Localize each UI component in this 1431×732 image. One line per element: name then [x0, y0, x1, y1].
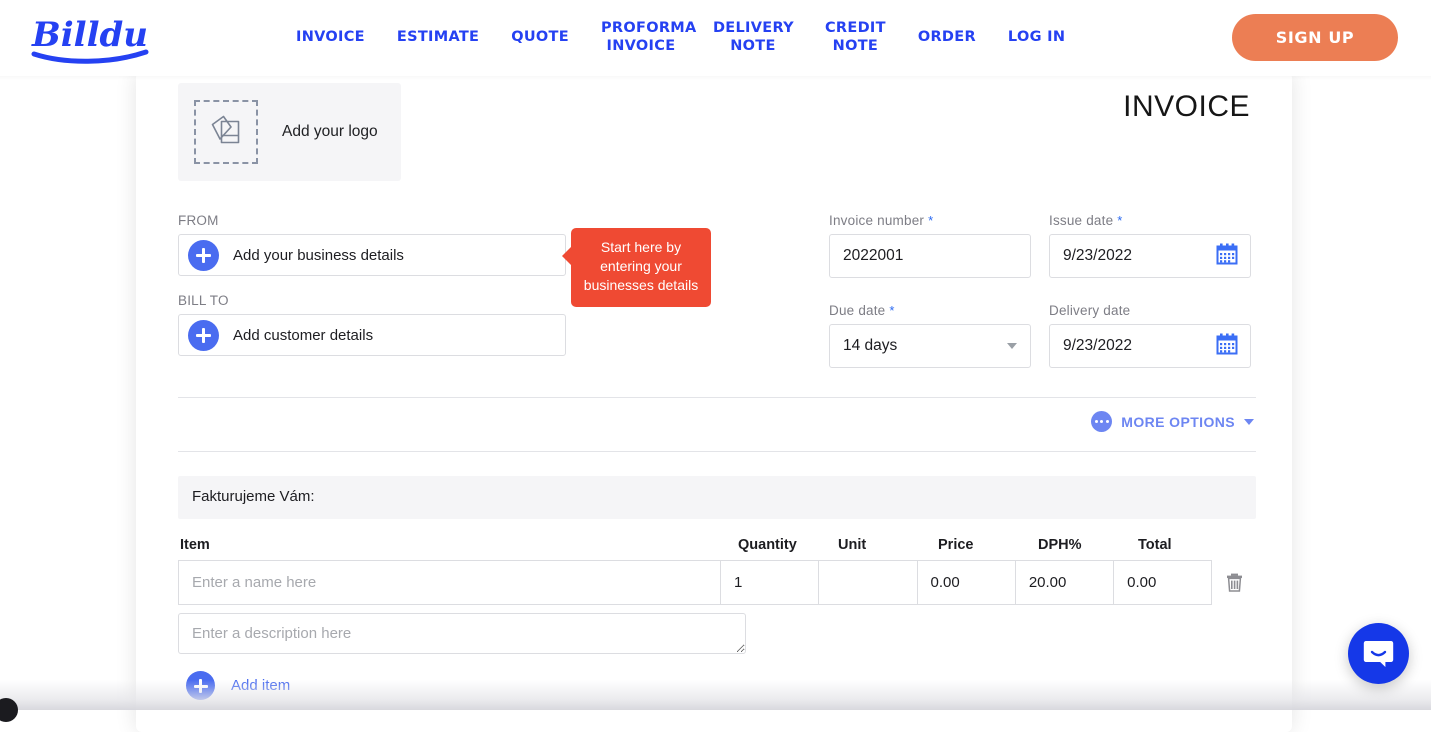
chevron-down-icon	[1244, 419, 1254, 425]
invoice-editor-card: Add your logo INVOICE FROM Add your busi…	[136, 72, 1292, 732]
column-header-quantity: Quantity	[726, 537, 826, 553]
due-date-field-group: Due date * 14 days	[829, 303, 1031, 368]
from-label: FROM	[178, 213, 568, 228]
billdu-logo-icon: Billdu	[30, 10, 155, 66]
onboarding-tooltip: Start here by entering your businesses d…	[571, 228, 711, 307]
trash-icon	[1226, 573, 1243, 592]
required-asterisk: *	[928, 213, 933, 228]
item-name-input[interactable]	[192, 574, 707, 591]
billdu-logo[interactable]: Billdu	[30, 10, 155, 66]
required-asterisk: *	[1117, 213, 1122, 228]
column-header-item: Item	[178, 537, 726, 553]
due-date-value: 14 days	[843, 337, 897, 355]
item-total-cell[interactable]: 0.00	[1113, 560, 1212, 605]
add-business-details-button[interactable]: Add your business details	[178, 234, 566, 276]
invoice-number-label-text: Invoice number	[829, 213, 924, 228]
primary-nav-links: INVOICE ESTIMATE QUOTE PROFORMA INVOICE …	[280, 0, 1081, 76]
logo-dashed-border	[194, 100, 258, 164]
from-section: FROM Add your business details	[178, 213, 568, 276]
photos-icon	[206, 112, 246, 152]
invoice-number-input[interactable]: 2022001	[829, 234, 1031, 278]
add-business-details-label: Add your business details	[233, 247, 404, 264]
intercom-chat-launcher[interactable]	[1348, 623, 1409, 684]
nav-link-quote[interactable]: QUOTE	[495, 29, 585, 47]
document-type-title: INVOICE	[1123, 90, 1250, 124]
due-date-label-text: Due date	[829, 303, 885, 318]
required-asterisk: *	[889, 303, 894, 318]
nav-link-credit-note[interactable]: CREDIT NOTE	[809, 20, 902, 55]
logo-upload-label: Add your logo	[282, 123, 378, 141]
nav-link-order[interactable]: ORDER	[902, 29, 992, 47]
column-header-total: Total	[1126, 537, 1226, 553]
bill-to-section: BILL TO Add customer details	[178, 293, 568, 356]
logo-upload-dropzone[interactable]: Add your logo	[178, 83, 401, 181]
table-row: 1 0.00 20.00 0.00	[178, 560, 1256, 605]
delivery-date-input[interactable]: 9/23/2022	[1049, 324, 1251, 368]
due-date-label: Due date *	[829, 303, 1031, 318]
item-price-cell[interactable]: 0.00	[917, 560, 1016, 605]
due-date-select[interactable]: 14 days	[829, 324, 1031, 368]
plus-icon	[186, 671, 215, 700]
issue-date-field-group: Issue date * 9/23/2022	[1049, 213, 1251, 278]
column-header-price: Price	[926, 537, 1026, 553]
invoice-note-textarea[interactable]	[178, 476, 1256, 519]
nav-link-invoice[interactable]: INVOICE	[280, 29, 381, 47]
issue-date-input[interactable]: 9/23/2022	[1049, 234, 1251, 278]
plus-icon	[188, 320, 219, 351]
column-header-unit: Unit	[826, 537, 926, 553]
chevron-down-icon	[1007, 343, 1017, 349]
more-options-label: MORE OPTIONS	[1121, 414, 1235, 430]
item-unit-cell[interactable]	[818, 560, 917, 605]
svg-text:Billdu: Billdu	[31, 15, 148, 55]
calendar-icon[interactable]	[1215, 332, 1239, 361]
divider-top	[178, 397, 1256, 398]
column-header-dph: DPH%	[1026, 537, 1126, 553]
plus-icon	[188, 240, 219, 271]
item-name-cell[interactable]	[178, 560, 721, 605]
add-customer-details-label: Add customer details	[233, 327, 373, 344]
divider-bottom	[178, 451, 1256, 452]
add-item-button[interactable]: Add item	[178, 671, 348, 700]
delete-row-button[interactable]	[1212, 560, 1256, 605]
nav-link-log-in[interactable]: LOG IN	[992, 29, 1081, 47]
item-dph-cell[interactable]: 20.00	[1015, 560, 1114, 605]
issue-date-value: 9/23/2022	[1063, 247, 1132, 265]
bottom-left-corner-mark	[0, 698, 18, 722]
add-item-label: Add item	[231, 677, 290, 694]
item-description-textarea[interactable]	[178, 613, 746, 654]
top-navigation-bar: Billdu INVOICE ESTIMATE QUOTE PROFORMA I…	[0, 0, 1431, 76]
nav-link-estimate[interactable]: ESTIMATE	[381, 29, 495, 47]
item-quantity-cell[interactable]: 1	[720, 560, 819, 605]
delivery-date-label: Delivery date	[1049, 303, 1251, 318]
more-dots-icon	[1091, 411, 1112, 432]
add-customer-details-button[interactable]: Add customer details	[178, 314, 566, 356]
calendar-icon[interactable]	[1215, 242, 1239, 271]
invoice-number-value: 2022001	[843, 247, 903, 265]
bill-to-label: BILL TO	[178, 293, 568, 308]
line-items-header-row: Item Quantity Unit Price DPH% Total	[178, 537, 1256, 560]
invoice-number-label: Invoice number *	[829, 213, 1031, 228]
nav-link-delivery-note[interactable]: DELIVERY NOTE	[697, 20, 809, 55]
delivery-date-label-text: Delivery date	[1049, 303, 1130, 318]
nav-link-proforma-invoice[interactable]: PROFORMA INVOICE	[585, 20, 697, 55]
chat-bubble-icon	[1362, 637, 1395, 670]
line-items-table: Item Quantity Unit Price DPH% Total 1 0.…	[178, 537, 1256, 700]
more-options-toggle[interactable]: MORE OPTIONS	[1091, 411, 1254, 432]
issue-date-label: Issue date *	[1049, 213, 1251, 228]
delivery-date-value: 9/23/2022	[1063, 337, 1132, 355]
invoice-number-field-group: Invoice number * 2022001	[829, 213, 1031, 278]
issue-date-label-text: Issue date	[1049, 213, 1113, 228]
delivery-date-field-group: Delivery date 9/23/2022	[1049, 303, 1251, 368]
sign-up-button[interactable]: SIGN UP	[1232, 14, 1398, 61]
